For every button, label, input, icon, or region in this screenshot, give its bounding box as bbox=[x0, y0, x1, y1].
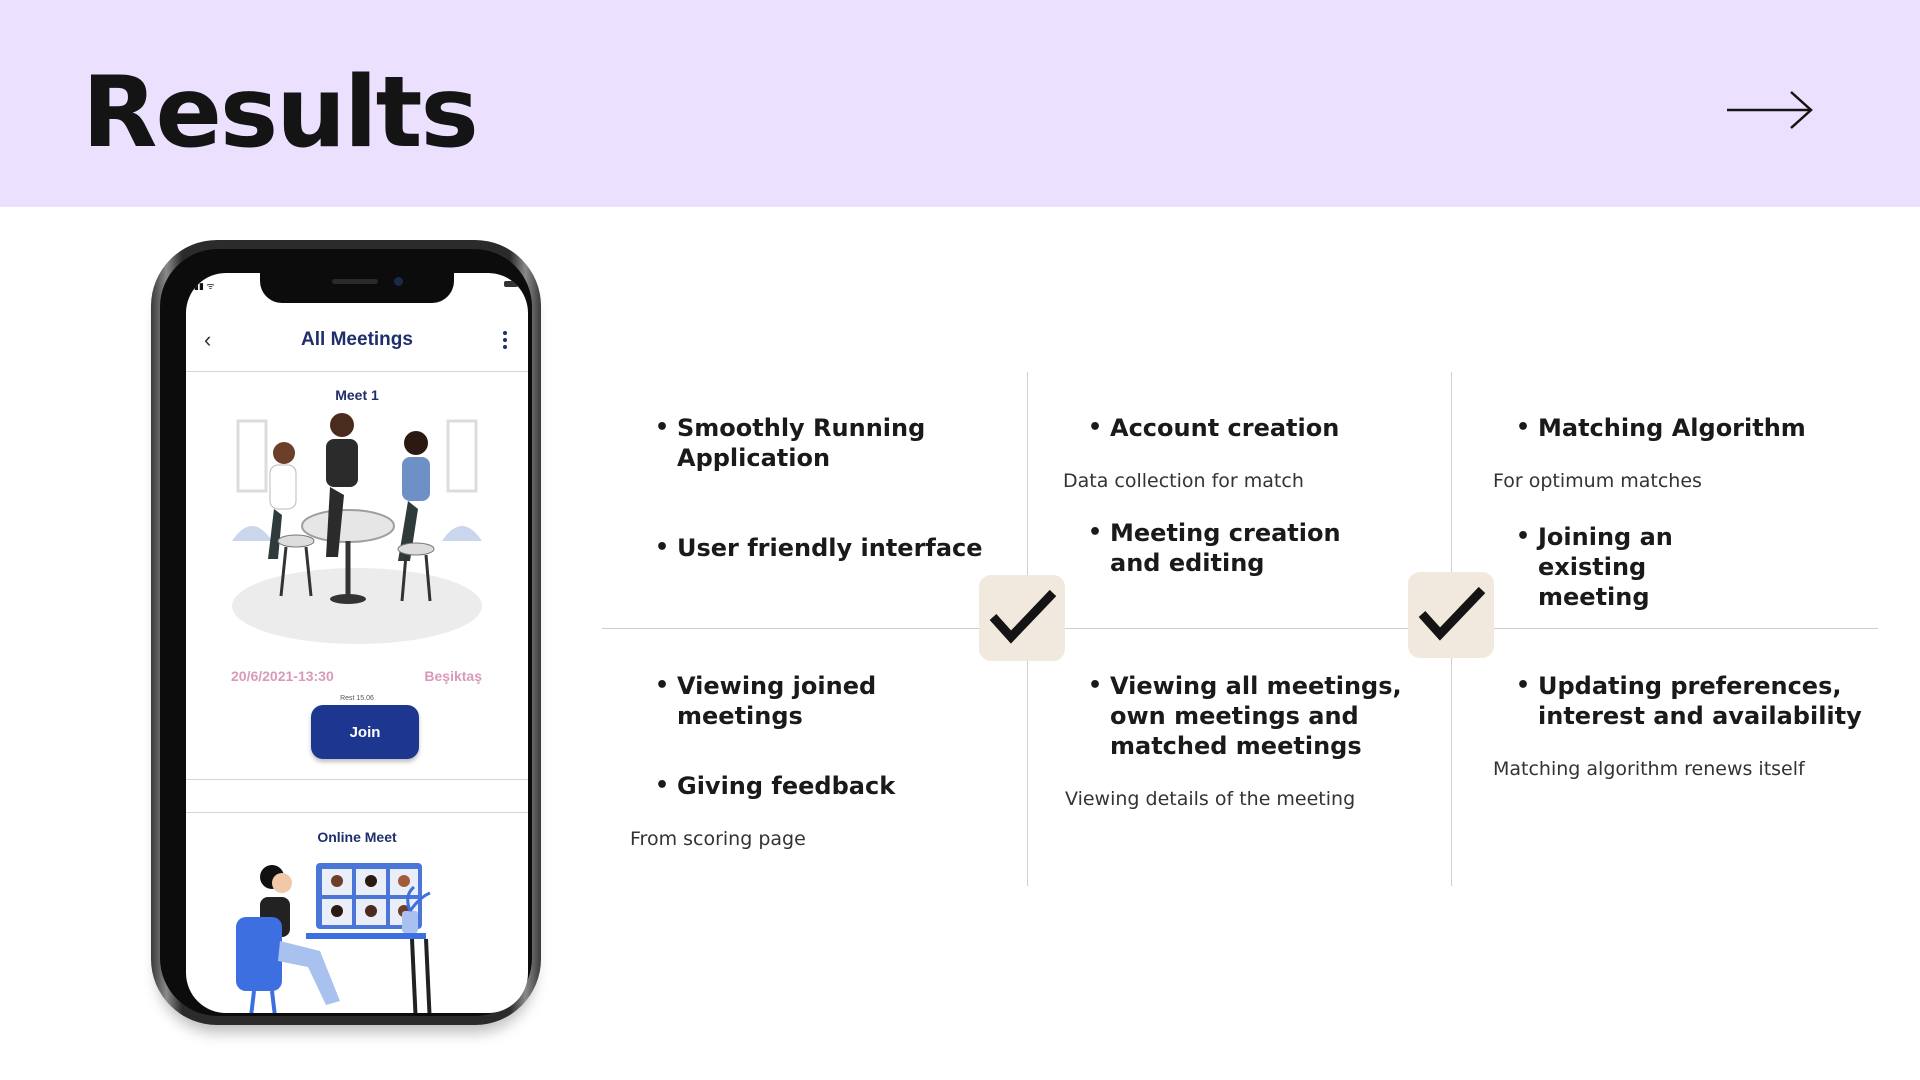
meeting-location: Beşiktaş bbox=[424, 668, 482, 684]
battery-icon bbox=[504, 281, 518, 287]
checkmark-icon bbox=[989, 589, 1057, 644]
checkmark-badge bbox=[1408, 572, 1494, 658]
feature-item: Viewing joined meetings bbox=[655, 671, 915, 731]
feature-item: Giving feedback bbox=[655, 771, 975, 801]
grid-horizontal-divider bbox=[602, 628, 1878, 629]
feature-note: From scoring page bbox=[630, 828, 806, 850]
slide-title: Results bbox=[82, 56, 479, 170]
rest-label: Rest 15.06 bbox=[340, 695, 374, 702]
header-band: Results bbox=[0, 0, 1920, 207]
speaker bbox=[332, 279, 378, 284]
feature-item: Matching Algorithm bbox=[1516, 413, 1846, 443]
arrow-right-icon[interactable] bbox=[1725, 88, 1815, 132]
meeting-date: 20/6/2021-13:30 bbox=[231, 668, 334, 684]
join-button[interactable]: Join bbox=[311, 705, 419, 759]
meeting-name: Online Meet bbox=[317, 829, 397, 845]
phone-mockup: ▮▮ ᯤ ‹ All Meetings Meet 1 20/6/2021-13:… bbox=[151, 240, 541, 1025]
feature-item: Updating preferences, interest and avail… bbox=[1516, 671, 1866, 731]
feature-item: Joining an existing meeting bbox=[1516, 522, 1756, 612]
feature-note: Viewing details of the meeting bbox=[1065, 788, 1356, 810]
feature-item: Viewing all meetings, own meetings and m… bbox=[1088, 671, 1408, 761]
phone-bezel: ▮▮ ᯤ ‹ All Meetings Meet 1 20/6/2021-13:… bbox=[160, 249, 532, 1016]
app-header: ‹ All Meetings bbox=[186, 309, 528, 372]
camera bbox=[394, 277, 403, 286]
checkmark-icon bbox=[1418, 586, 1486, 641]
kebab-menu-icon[interactable] bbox=[502, 331, 508, 351]
feature-note: Matching algorithm renews itself bbox=[1493, 758, 1805, 780]
app-title: All Meetings bbox=[301, 329, 413, 350]
meeting-card[interactable]: Meet 1 20/6/2021-13:30 Beşiktaş Rest 15.… bbox=[186, 373, 528, 780]
feature-item: User friendly interface bbox=[655, 533, 1015, 563]
phone-notch bbox=[260, 273, 454, 303]
signal-icon: ▮▮ ᯤ bbox=[194, 281, 215, 291]
cafe-meeting-illustration bbox=[232, 413, 482, 644]
online-meeting-illustration bbox=[236, 863, 432, 1013]
phone-screen: ▮▮ ᯤ ‹ All Meetings Meet 1 20/6/2021-13:… bbox=[186, 273, 528, 1013]
feature-note: Data collection for match bbox=[1063, 470, 1304, 492]
meeting-card[interactable]: Online Meet bbox=[186, 812, 528, 1013]
feature-item: Account creation bbox=[1088, 413, 1418, 443]
checkmark-badge bbox=[979, 575, 1065, 661]
feature-item: Smoothly Running Application bbox=[655, 413, 975, 473]
feature-item: Meeting creation and editing bbox=[1088, 518, 1348, 578]
feature-note: For optimum matches bbox=[1493, 470, 1702, 492]
